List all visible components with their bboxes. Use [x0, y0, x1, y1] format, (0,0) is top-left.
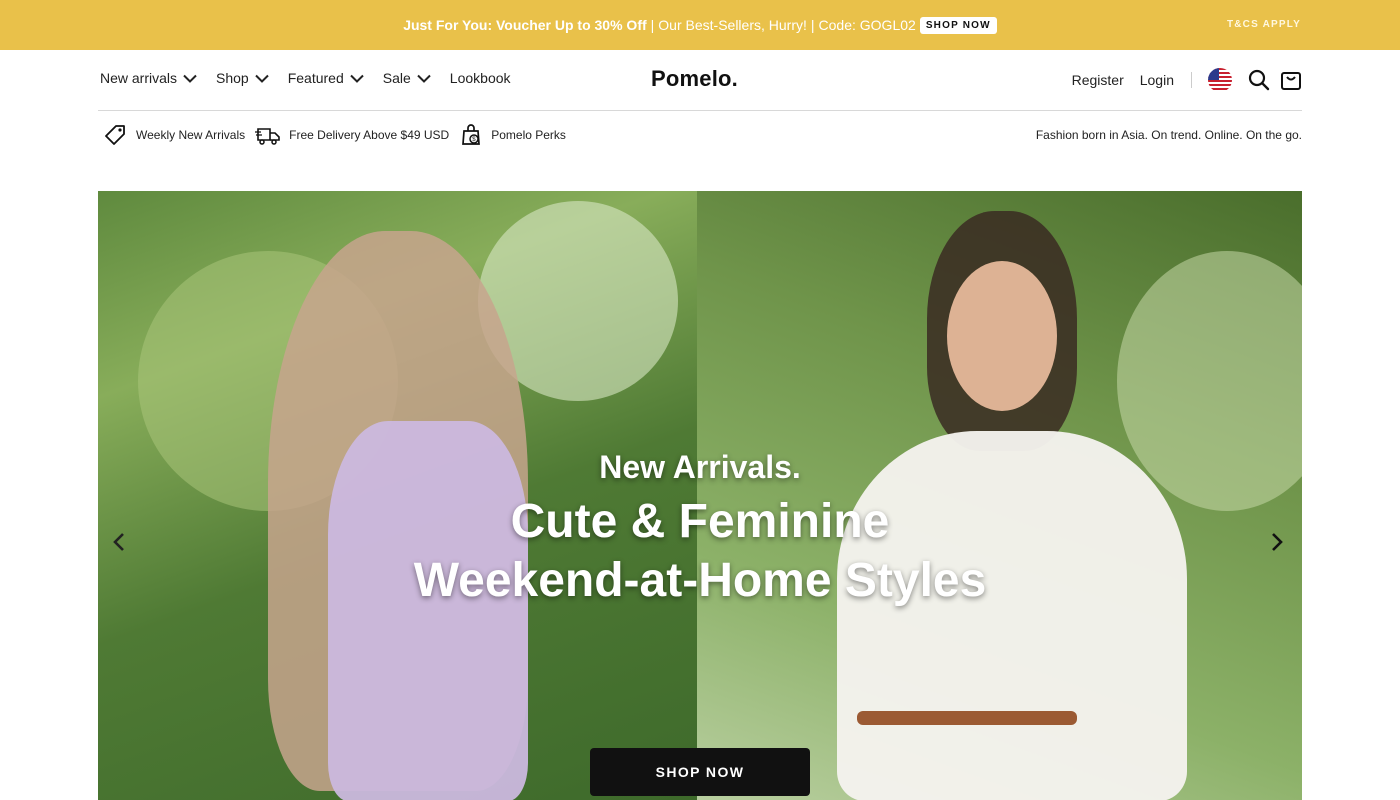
hero-title-line-2: Weekend-at-Home Styles — [413, 554, 987, 607]
main-nav: New arrivals Shop Featured Sale Lookbook — [100, 70, 530, 86]
perk-pomelo-perks[interactable]: $ Pomelo Perks — [459, 123, 566, 147]
delivery-truck-icon — [255, 128, 280, 145]
nav-label: New arrivals — [100, 70, 178, 86]
nav-label: Featured — [287, 70, 344, 86]
price-tag-icon — [105, 125, 125, 145]
site-header: New arrivals Shop Featured Sale Lookbook… — [98, 50, 1302, 111]
nav-divider — [1191, 72, 1192, 88]
us-flag-icon[interactable] — [1208, 68, 1232, 92]
chevron-down-icon — [417, 74, 431, 83]
shopping-bag-icon[interactable] — [1280, 69, 1302, 91]
chevron-down-icon — [350, 74, 364, 83]
nav-sale[interactable]: Sale — [383, 70, 431, 86]
perk-label: Free Delivery Above $49 USD — [289, 128, 450, 142]
nav-label: Lookbook — [449, 70, 511, 86]
chevron-right-icon[interactable] — [1270, 531, 1284, 558]
tagline: Fashion born in Asia. On trend. Online. … — [1035, 128, 1302, 142]
perks-bag-icon: $ — [462, 124, 481, 145]
nav-label: Shop — [216, 70, 249, 86]
hero-banner[interactable]: New Arrivals. Cute & Feminine Weekend-at… — [98, 191, 1302, 800]
perk-label: Pomelo Perks — [491, 128, 566, 142]
promo-shop-now-button[interactable]: SHOP NOW — [919, 16, 997, 34]
perks-bar: Weekly New Arrivals Free Delivery Above … — [102, 122, 576, 148]
chevron-left-icon[interactable] — [112, 531, 126, 558]
nav-new-arrivals[interactable]: New arrivals — [100, 70, 197, 86]
account-nav: Register Login — [1056, 66, 1302, 94]
hero-shop-now-button[interactable]: SHOP NOW — [590, 748, 810, 796]
hero-subtitle: New Arrivals. — [599, 449, 801, 485]
login-link[interactable]: Login — [1140, 72, 1174, 88]
perk-label: Weekly New Arrivals — [136, 128, 246, 142]
nav-shop[interactable]: Shop — [216, 70, 269, 86]
site-logo[interactable]: Pomelo. — [651, 66, 738, 92]
chevron-down-icon — [183, 74, 197, 83]
promo-separator: | — [810, 17, 815, 33]
promo-code: Code: GOGL02 — [818, 17, 916, 33]
terms-link[interactable]: T&CS APPLY — [1227, 19, 1301, 30]
promo-separator: | — [650, 17, 655, 33]
nav-lookbook[interactable]: Lookbook — [450, 70, 511, 86]
hero-title-line-1: Cute & Feminine — [510, 495, 890, 548]
perk-free-delivery[interactable]: Free Delivery Above $49 USD — [255, 124, 449, 146]
perk-weekly-new-arrivals[interactable]: Weekly New Arrivals — [102, 122, 245, 148]
search-icon[interactable] — [1248, 69, 1270, 91]
nav-label: Sale — [382, 70, 411, 86]
chevron-down-icon — [255, 74, 269, 83]
promo-bar: Just For You: Voucher Up to 30% Off | Ou… — [0, 0, 1400, 50]
promo-middle-text: Our Best-Sellers, Hurry! — [658, 17, 807, 33]
register-link[interactable]: Register — [1072, 72, 1124, 88]
nav-featured[interactable]: Featured — [288, 70, 364, 86]
promo-headline: Just For You: Voucher Up to 30% Off — [403, 17, 647, 33]
